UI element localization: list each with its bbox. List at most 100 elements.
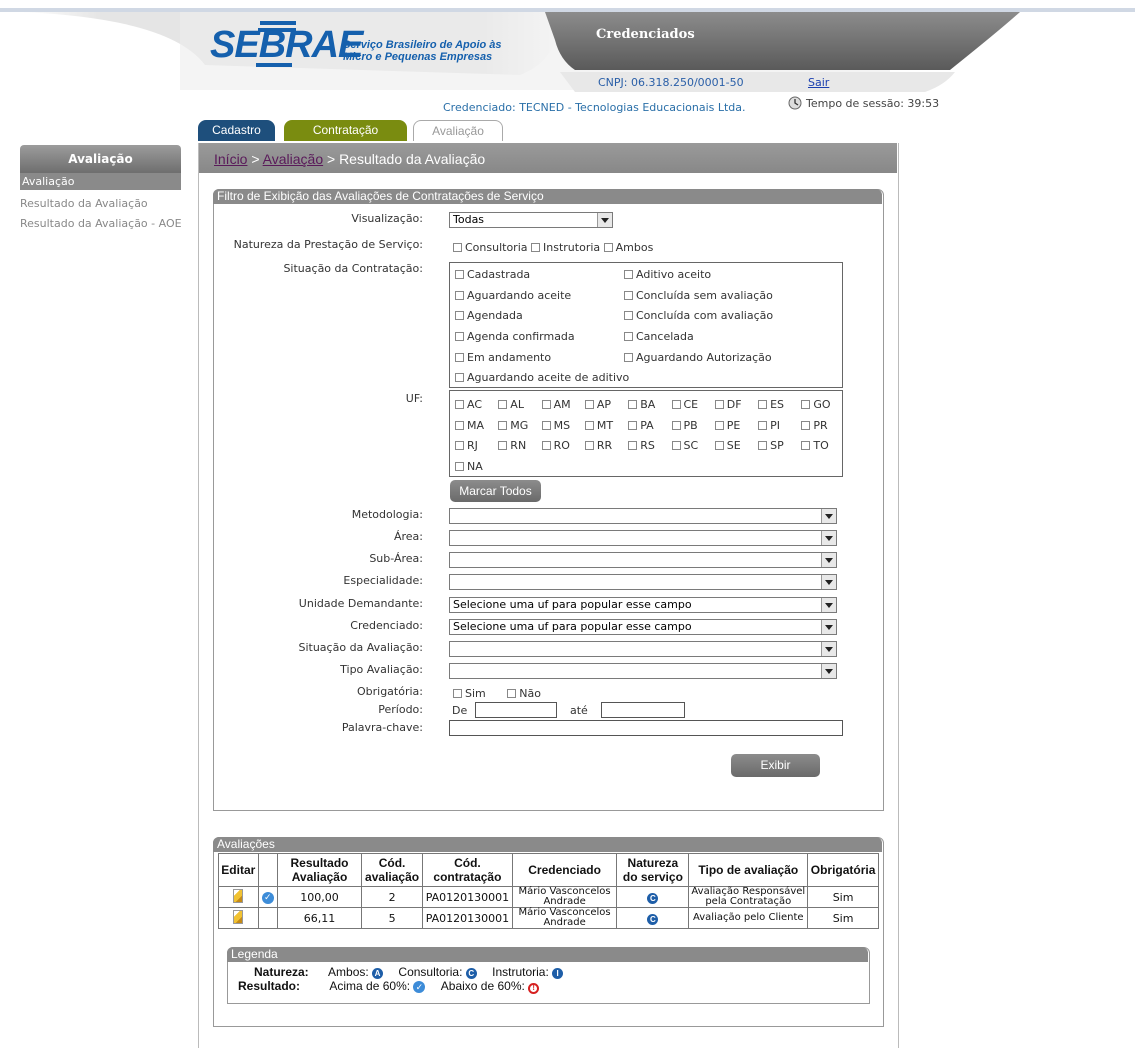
situacao-option[interactable]: Aguardando Autorização xyxy=(624,351,773,372)
checkbox[interactable] xyxy=(455,311,464,321)
checkbox[interactable] xyxy=(584,420,594,430)
uf-option[interactable]: DF xyxy=(714,398,742,411)
uf-option[interactable]: MG xyxy=(498,419,528,432)
uf-option[interactable]: BA xyxy=(628,398,655,411)
situacao-option[interactable]: Em andamento xyxy=(455,351,629,372)
uf-option[interactable]: MT xyxy=(584,419,613,432)
sebrae-logo[interactable]: SEBRAE Serviço Brasileiro de Apoio às Mi… xyxy=(210,20,510,70)
checkbox[interactable] xyxy=(714,441,724,450)
checkbox[interactable] xyxy=(624,352,633,362)
situacao-option[interactable]: Agendada xyxy=(455,309,629,330)
situacao-option[interactable]: Aguardando aceite xyxy=(455,289,629,310)
tab-contratacao[interactable]: Contratação xyxy=(284,120,407,141)
checkbox[interactable] xyxy=(541,420,551,430)
natureza-consultoria[interactable]: Consultoria xyxy=(453,241,528,254)
uf-option[interactable]: RN xyxy=(498,439,526,452)
unidade-select[interactable]: Selecione uma uf para popular esse campo xyxy=(449,597,837,613)
checkbox[interactable] xyxy=(455,400,464,409)
checkbox[interactable] xyxy=(628,441,638,450)
metodologia-select[interactable] xyxy=(449,508,837,524)
checkbox[interactable] xyxy=(603,243,613,252)
uf-option[interactable]: CE xyxy=(671,398,698,411)
checkbox[interactable] xyxy=(624,270,633,279)
palavra-chave-input[interactable] xyxy=(449,720,843,736)
sidebar-item-avaliacao[interactable]: Avaliação xyxy=(20,173,181,190)
natureza-instrutoria[interactable]: Instrutoria xyxy=(531,241,600,254)
area-select[interactable] xyxy=(449,530,837,546)
checkbox[interactable] xyxy=(455,441,464,450)
uf-option[interactable]: ES xyxy=(758,398,784,411)
checkbox[interactable] xyxy=(671,420,681,430)
checkbox[interactable] xyxy=(758,420,768,430)
situacao-option[interactable]: Aditivo aceito xyxy=(624,268,773,289)
checkbox[interactable] xyxy=(714,400,724,409)
subarea-select[interactable] xyxy=(449,552,837,568)
periodo-de-input[interactable] xyxy=(475,702,557,718)
situacao-option[interactable]: Cadastrada xyxy=(455,268,629,289)
checkbox[interactable] xyxy=(455,352,464,362)
natureza-ambos[interactable]: Ambos xyxy=(603,241,653,254)
checkbox[interactable] xyxy=(671,400,681,409)
checkbox[interactable] xyxy=(801,441,811,450)
obrigatoria-sim[interactable]: Sim xyxy=(453,687,486,700)
uf-option[interactable]: RS xyxy=(628,439,655,452)
checkbox[interactable] xyxy=(455,420,464,430)
checkbox[interactable] xyxy=(801,420,811,430)
checkbox[interactable] xyxy=(455,461,464,471)
checkbox[interactable] xyxy=(455,290,464,300)
situacao-option[interactable]: Concluída sem avaliação xyxy=(624,289,773,310)
uf-option[interactable]: SP xyxy=(758,439,784,452)
checkbox[interactable] xyxy=(584,441,594,450)
tab-cadastro[interactable]: Cadastro xyxy=(198,120,275,141)
logout-link[interactable]: Sair xyxy=(808,76,829,89)
checkbox[interactable] xyxy=(531,243,541,252)
uf-option[interactable]: PI xyxy=(758,419,780,432)
checkbox[interactable] xyxy=(453,689,462,698)
sidebar-item-resultado-aoe[interactable]: Resultado da Avaliação - AOE xyxy=(20,217,182,230)
uf-option[interactable]: AM xyxy=(541,398,571,411)
checkbox[interactable] xyxy=(628,420,638,430)
situacao-option[interactable]: Concluída com avaliação xyxy=(624,309,773,330)
sidebar-item-resultado[interactable]: Resultado da Avaliação xyxy=(20,197,148,210)
visualizacao-select[interactable]: Todas xyxy=(449,212,613,228)
obrigatoria-nao[interactable]: Não xyxy=(507,687,541,700)
checkbox[interactable] xyxy=(714,420,724,430)
situacao-option[interactable]: Cancelada xyxy=(624,330,773,351)
situacao-avaliacao-select[interactable] xyxy=(449,641,837,657)
breadcrumb-avaliacao-link[interactable]: Avaliação xyxy=(263,151,323,167)
checkbox[interactable] xyxy=(455,373,464,383)
checkbox[interactable] xyxy=(628,400,638,409)
checkbox[interactable] xyxy=(801,400,811,409)
uf-option[interactable]: PB xyxy=(671,419,698,432)
uf-option[interactable]: MS xyxy=(541,419,570,432)
uf-option[interactable]: RR xyxy=(584,439,612,452)
uf-option[interactable]: GO xyxy=(801,398,831,411)
checkbox[interactable] xyxy=(624,332,633,342)
checkbox[interactable] xyxy=(758,441,768,450)
checkbox[interactable] xyxy=(584,400,594,409)
uf-option[interactable]: AC xyxy=(455,398,482,411)
uf-option[interactable]: PA xyxy=(628,419,654,432)
marcar-todos-button[interactable]: Marcar Todos xyxy=(450,480,541,502)
especialidade-select[interactable] xyxy=(449,574,837,590)
periodo-ate-input[interactable] xyxy=(601,702,685,718)
uf-option[interactable]: AL xyxy=(498,398,524,411)
checkbox[interactable] xyxy=(624,311,633,321)
checkbox[interactable] xyxy=(758,400,768,409)
checkbox[interactable] xyxy=(541,441,551,450)
uf-option[interactable]: PE xyxy=(714,419,740,432)
uf-option[interactable]: MA xyxy=(455,419,484,432)
checkbox[interactable] xyxy=(498,441,508,450)
edit-pencil-icon[interactable] xyxy=(233,888,244,903)
checkbox[interactable] xyxy=(498,400,508,409)
checkbox[interactable] xyxy=(455,270,464,279)
uf-option[interactable]: SC xyxy=(671,439,698,452)
exibir-button[interactable]: Exibir xyxy=(731,754,820,777)
uf-option[interactable]: TO xyxy=(801,439,829,452)
checkbox[interactable] xyxy=(624,290,633,300)
uf-option[interactable]: SE xyxy=(714,439,741,452)
checkbox[interactable] xyxy=(455,332,464,342)
checkbox[interactable] xyxy=(498,420,508,430)
situacao-option[interactable]: Agenda confirmada xyxy=(455,330,629,351)
checkbox[interactable] xyxy=(671,441,681,450)
